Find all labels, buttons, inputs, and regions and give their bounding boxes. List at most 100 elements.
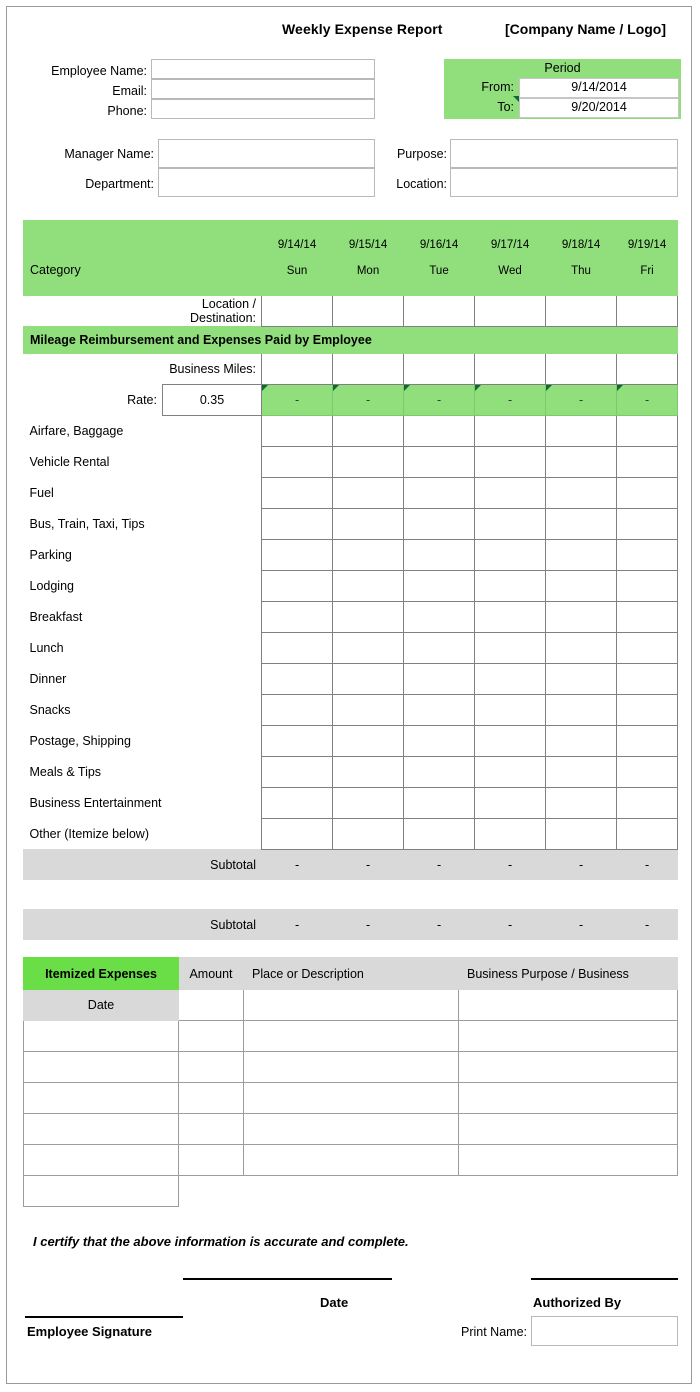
itemized-amount-cell-5[interactable]: [178, 1144, 244, 1176]
expense-cell-13-3[interactable]: [474, 818, 547, 850]
expense-cell-1-4[interactable]: [545, 446, 618, 478]
expense-cell-12-1[interactable]: [332, 787, 405, 819]
expense-cell-0-3[interactable]: [474, 415, 547, 447]
expense-cell-12-3[interactable]: [474, 787, 547, 819]
expense-cell-6-2[interactable]: [403, 601, 476, 633]
expense-cell-11-4[interactable]: [545, 756, 618, 788]
expense-cell-1-5[interactable]: [616, 446, 679, 478]
business-miles-cell-1[interactable]: [332, 353, 405, 385]
expense-cell-2-4[interactable]: [545, 477, 618, 509]
expense-cell-2-3[interactable]: [474, 477, 547, 509]
expense-cell-10-4[interactable]: [545, 725, 618, 757]
expense-cell-4-0[interactable]: [261, 539, 334, 571]
expense-cell-5-0[interactable]: [261, 570, 334, 602]
itemized-purpose-cell-3[interactable]: [458, 1082, 678, 1114]
expense-cell-6-0[interactable]: [261, 601, 334, 633]
itemized-date-cell-last[interactable]: [23, 1175, 179, 1207]
business-miles-cell-5[interactable]: [616, 353, 679, 385]
expense-cell-5-4[interactable]: [545, 570, 618, 602]
expense-cell-4-4[interactable]: [545, 539, 618, 571]
period-to-value[interactable]: 9/20/2014: [519, 98, 679, 118]
itemized-place-cell-4[interactable]: [243, 1113, 459, 1145]
expense-cell-7-3[interactable]: [474, 632, 547, 664]
rate-input[interactable]: 0.35: [161, 384, 263, 416]
business-miles-cell-3[interactable]: [474, 353, 547, 385]
period-from-value[interactable]: 9/14/2014: [519, 78, 679, 98]
expense-cell-4-5[interactable]: [616, 539, 679, 571]
itemized-purpose-cell-1[interactable]: [458, 1020, 678, 1052]
business-miles-cell-4[interactable]: [545, 353, 618, 385]
itemized-place-cell-2[interactable]: [243, 1051, 459, 1083]
expense-cell-11-1[interactable]: [332, 756, 405, 788]
expense-cell-10-0[interactable]: [261, 725, 334, 757]
expense-cell-4-1[interactable]: [332, 539, 405, 571]
location-field[interactable]: [450, 168, 678, 197]
expense-cell-8-4[interactable]: [545, 663, 618, 695]
expense-cell-5-3[interactable]: [474, 570, 547, 602]
expense-cell-7-1[interactable]: [332, 632, 405, 664]
expense-cell-3-1[interactable]: [332, 508, 405, 540]
expense-cell-6-3[interactable]: [474, 601, 547, 633]
expense-cell-11-0[interactable]: [261, 756, 334, 788]
expense-cell-6-5[interactable]: [616, 601, 679, 633]
itemized-purpose-cell-2[interactable]: [458, 1051, 678, 1083]
expense-cell-9-1[interactable]: [332, 694, 405, 726]
expense-cell-3-0[interactable]: [261, 508, 334, 540]
location-cell-2[interactable]: [403, 295, 476, 327]
expense-cell-8-3[interactable]: [474, 663, 547, 695]
expense-cell-7-5[interactable]: [616, 632, 679, 664]
expense-cell-9-0[interactable]: [261, 694, 334, 726]
email-field[interactable]: [151, 79, 375, 99]
expense-cell-2-0[interactable]: [261, 477, 334, 509]
expense-cell-3-5[interactable]: [616, 508, 679, 540]
itemized-purpose-cell-5[interactable]: [458, 1144, 678, 1176]
location-cell-1[interactable]: [332, 295, 405, 327]
expense-cell-1-0[interactable]: [261, 446, 334, 478]
expense-cell-9-2[interactable]: [403, 694, 476, 726]
expense-cell-8-1[interactable]: [332, 663, 405, 695]
expense-cell-12-0[interactable]: [261, 787, 334, 819]
expense-cell-6-4[interactable]: [545, 601, 618, 633]
itemized-date-cell-2[interactable]: [23, 1051, 179, 1083]
itemized-amount-cell-3[interactable]: [178, 1082, 244, 1114]
expense-cell-2-2[interactable]: [403, 477, 476, 509]
business-miles-cell-2[interactable]: [403, 353, 476, 385]
expense-cell-6-1[interactable]: [332, 601, 405, 633]
itemized-date-cell-5[interactable]: [23, 1144, 179, 1176]
expense-cell-9-5[interactable]: [616, 694, 679, 726]
location-cell-0[interactable]: [261, 295, 334, 327]
expense-cell-1-1[interactable]: [332, 446, 405, 478]
expense-cell-11-2[interactable]: [403, 756, 476, 788]
expense-cell-13-1[interactable]: [332, 818, 405, 850]
expense-cell-13-0[interactable]: [261, 818, 334, 850]
location-cell-3[interactable]: [474, 295, 547, 327]
itemized-date-cell-4[interactable]: [23, 1113, 179, 1145]
business-miles-cell-0[interactable]: [261, 353, 334, 385]
expense-cell-5-1[interactable]: [332, 570, 405, 602]
expense-cell-4-2[interactable]: [403, 539, 476, 571]
expense-cell-5-2[interactable]: [403, 570, 476, 602]
expense-cell-3-3[interactable]: [474, 508, 547, 540]
expense-cell-13-4[interactable]: [545, 818, 618, 850]
expense-cell-4-3[interactable]: [474, 539, 547, 571]
expense-cell-10-2[interactable]: [403, 725, 476, 757]
expense-cell-12-5[interactable]: [616, 787, 679, 819]
expense-cell-0-5[interactable]: [616, 415, 679, 447]
itemized-purpose-cell-4[interactable]: [458, 1113, 678, 1145]
location-cell-4[interactable]: [545, 295, 618, 327]
expense-cell-12-4[interactable]: [545, 787, 618, 819]
expense-cell-8-0[interactable]: [261, 663, 334, 695]
expense-cell-2-5[interactable]: [616, 477, 679, 509]
expense-cell-7-0[interactable]: [261, 632, 334, 664]
expense-cell-0-2[interactable]: [403, 415, 476, 447]
expense-cell-3-4[interactable]: [545, 508, 618, 540]
employee-name-field[interactable]: [151, 59, 375, 79]
expense-cell-0-0[interactable]: [261, 415, 334, 447]
expense-cell-13-5[interactable]: [616, 818, 679, 850]
expense-cell-10-1[interactable]: [332, 725, 405, 757]
expense-cell-9-4[interactable]: [545, 694, 618, 726]
expense-cell-10-3[interactable]: [474, 725, 547, 757]
expense-cell-1-3[interactable]: [474, 446, 547, 478]
itemized-place-cell-3[interactable]: [243, 1082, 459, 1114]
expense-cell-1-2[interactable]: [403, 446, 476, 478]
